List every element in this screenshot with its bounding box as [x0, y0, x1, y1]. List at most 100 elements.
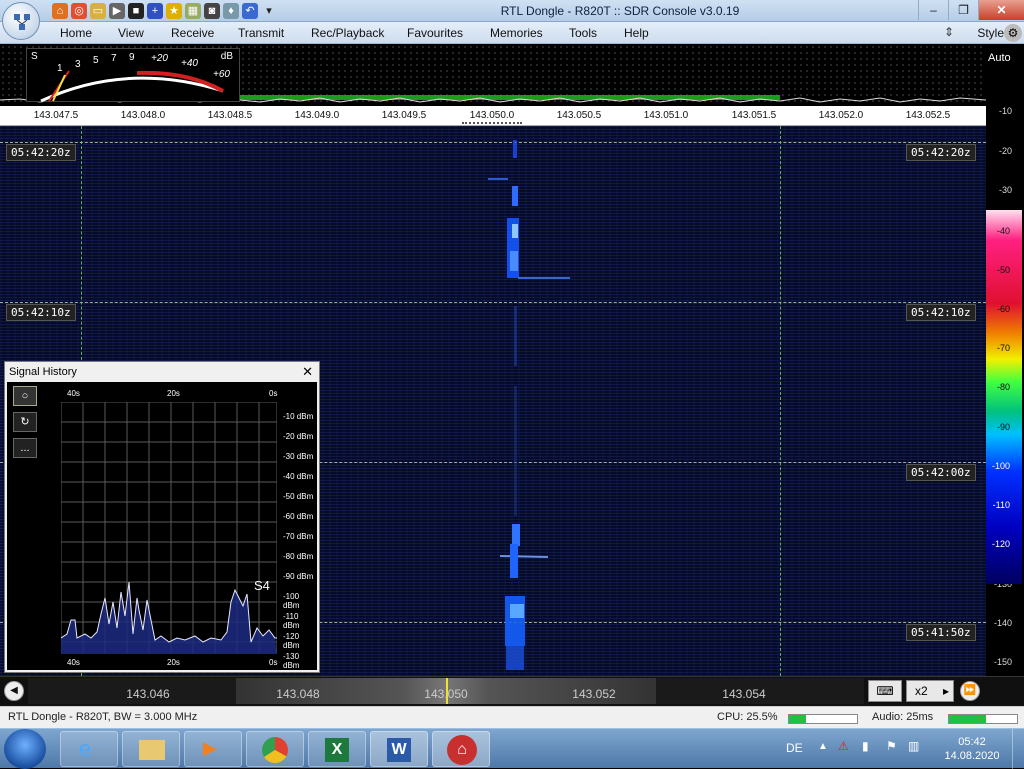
word-icon[interactable]: W: [370, 731, 428, 767]
menu-memories[interactable]: Memories: [490, 26, 543, 40]
level-label: -60: [996, 304, 1010, 314]
reset-button[interactable]: ↻: [13, 412, 37, 432]
drop-icon[interactable]: ♦: [223, 3, 239, 19]
home-icon[interactable]: ⌂: [52, 3, 68, 19]
s-reading: S4: [254, 578, 270, 593]
scroll-right-icon[interactable]: ⏩: [960, 681, 980, 701]
menu-receive[interactable]: Receive: [171, 26, 214, 40]
menu-tools[interactable]: Tools: [569, 26, 597, 40]
sdr-console-icon[interactable]: ⌂: [432, 731, 490, 767]
menu-home[interactable]: Home: [60, 26, 92, 40]
level-label: -150: [993, 657, 1012, 667]
language-indicator[interactable]: DE: [786, 741, 803, 755]
keyboard-icon[interactable]: ⌨: [868, 680, 902, 702]
zoom-value: x2: [915, 684, 928, 698]
time-label: 40s: [67, 389, 80, 398]
frequency-axis[interactable]: 143.047.5 143.048.0 143.048.5 143.049.0 …: [0, 106, 986, 126]
strip-freq-label: 143.048: [276, 687, 320, 701]
zoom-selector[interactable]: x2 ▸: [906, 680, 954, 702]
start-button[interactable]: [4, 729, 46, 769]
restore-button[interactable]: ❐: [948, 0, 978, 20]
settings-gear-icon[interactable]: ⚙: [1004, 24, 1022, 42]
show-desktop-button[interactable]: [1012, 729, 1024, 769]
level-label: -70: [996, 343, 1010, 353]
s-scale-9: 9: [129, 52, 135, 63]
record-button[interactable]: ○: [13, 386, 37, 406]
menu-favourites[interactable]: Favourites: [407, 26, 463, 40]
clock-time: 05:42: [958, 736, 986, 748]
freq-label: 143.050.0: [469, 110, 515, 121]
device-status: RTL Dongle - R820T, BW = 3.000 MHz: [8, 711, 198, 723]
taskbar-clock[interactable]: 05:42 14.08.2020: [942, 735, 1002, 763]
file-explorer-icon[interactable]: [122, 731, 180, 767]
excel-icon[interactable]: X: [308, 731, 366, 767]
dbm-label: -10 dBm: [283, 412, 314, 421]
add-icon[interactable]: +: [147, 3, 163, 19]
dbm-label: -90 dBm: [283, 572, 314, 581]
menu-view[interactable]: View: [118, 26, 144, 40]
dbm-label: -50 dBm: [283, 492, 314, 501]
application-button[interactable]: [2, 2, 40, 40]
close-icon[interactable]: ✕: [302, 364, 313, 380]
db-scale-20: +20: [151, 53, 168, 64]
dbm-label: -80 dBm: [283, 552, 314, 561]
s-meter: S dB 1 3 5 7 9 +20 +40 +60: [26, 48, 240, 103]
audio-meter: [948, 714, 1018, 724]
calculator-icon[interactable]: ▦: [185, 3, 201, 19]
splitter-handle[interactable]: [462, 122, 522, 125]
scroll-left-icon[interactable]: ◀: [4, 681, 24, 701]
level-label: -80: [996, 382, 1010, 392]
strip-freq-label: 143.052: [572, 687, 616, 701]
network-icon[interactable]: ▥: [908, 739, 919, 753]
star-icon[interactable]: ★: [166, 3, 182, 19]
colour-scale-bar[interactable]: -40 -50 -60 -70 -80 -90 -100 -110 -120: [986, 210, 1022, 584]
tuning-strip[interactable]: 143.046 143.048 143.050 143.052 143.054: [28, 678, 864, 704]
freq-label: 143.052.5: [905, 110, 951, 121]
level-label: -120: [991, 539, 1010, 549]
chrome-icon[interactable]: [246, 731, 304, 767]
folder-icon[interactable]: ▭: [90, 3, 106, 19]
undo-icon[interactable]: ↶: [242, 3, 258, 19]
media-player-icon[interactable]: ▶: [184, 731, 242, 767]
action-center-flag-icon[interactable]: ⚑: [886, 739, 897, 753]
more-button[interactable]: ...: [13, 438, 37, 458]
signal-history-body: ○ ↻ ... 40s 20s 0s 40s 20s 0s -10 dBm -2…: [7, 382, 317, 670]
db-unit-label: dB: [220, 51, 233, 62]
camera-icon[interactable]: ◙: [204, 3, 220, 19]
s-scale-3: 3: [75, 59, 81, 70]
dbm-label: -60 dBm: [283, 512, 314, 521]
ribbon-menu-bar: Home View Receive Transmit Rec/Playback …: [0, 22, 1024, 44]
internet-explorer-icon[interactable]: e: [60, 731, 118, 767]
s-scale-1: 1: [57, 63, 63, 74]
lifebuoy-icon[interactable]: ◎: [71, 3, 87, 19]
dbm-label: -130 dBm: [283, 652, 300, 670]
level-label: -30: [998, 185, 1012, 195]
dbm-label: -40 dBm: [283, 472, 314, 481]
menu-transmit[interactable]: Transmit: [238, 26, 284, 40]
device-tray-icon[interactable]: ▮: [862, 739, 869, 753]
freq-label: 143.050.5: [556, 110, 602, 121]
minimize-button[interactable]: –: [918, 0, 948, 20]
show-hidden-icons-icon[interactable]: ▲: [818, 741, 828, 752]
collapse-ribbon-icon[interactable]: ⇕: [944, 25, 954, 39]
zoom-arrow-icon: ▸: [942, 684, 949, 698]
strip-freq-label: 143.046: [126, 687, 170, 701]
dbm-label: -30 dBm: [283, 452, 314, 461]
audio-latency: Audio: 25ms: [872, 711, 934, 723]
freq-label: 143.049.0: [294, 110, 340, 121]
menu-rec-playback[interactable]: Rec/Playback: [311, 26, 384, 40]
qat-dropdown-icon[interactable]: ▾: [261, 3, 277, 19]
level-label: -140: [993, 618, 1012, 628]
windows-taskbar: e ▶ X W ⌂ DE ▲ ⚠ ▮ ⚑ ▥ 05:42 14.08.2020: [0, 728, 1024, 769]
menu-help[interactable]: Help: [624, 26, 649, 40]
title-bar: ⌂ ◎ ▭ ▶ ■ + ★ ▦ ◙ ♦ ↶ ▾ RTL Dongle - R82…: [0, 0, 1024, 22]
clock-date: 14.08.2020: [944, 750, 1000, 762]
style-menu[interactable]: Style: [977, 26, 1004, 40]
play-icon[interactable]: ▶: [109, 3, 125, 19]
acrobat-tray-icon[interactable]: ⚠: [838, 739, 849, 753]
level-label: -90: [996, 422, 1010, 432]
close-button[interactable]: ✕: [978, 0, 1024, 20]
time-label: 0s: [269, 389, 278, 398]
stop-icon[interactable]: ■: [128, 3, 144, 19]
auto-level-button[interactable]: Auto: [988, 52, 1011, 64]
